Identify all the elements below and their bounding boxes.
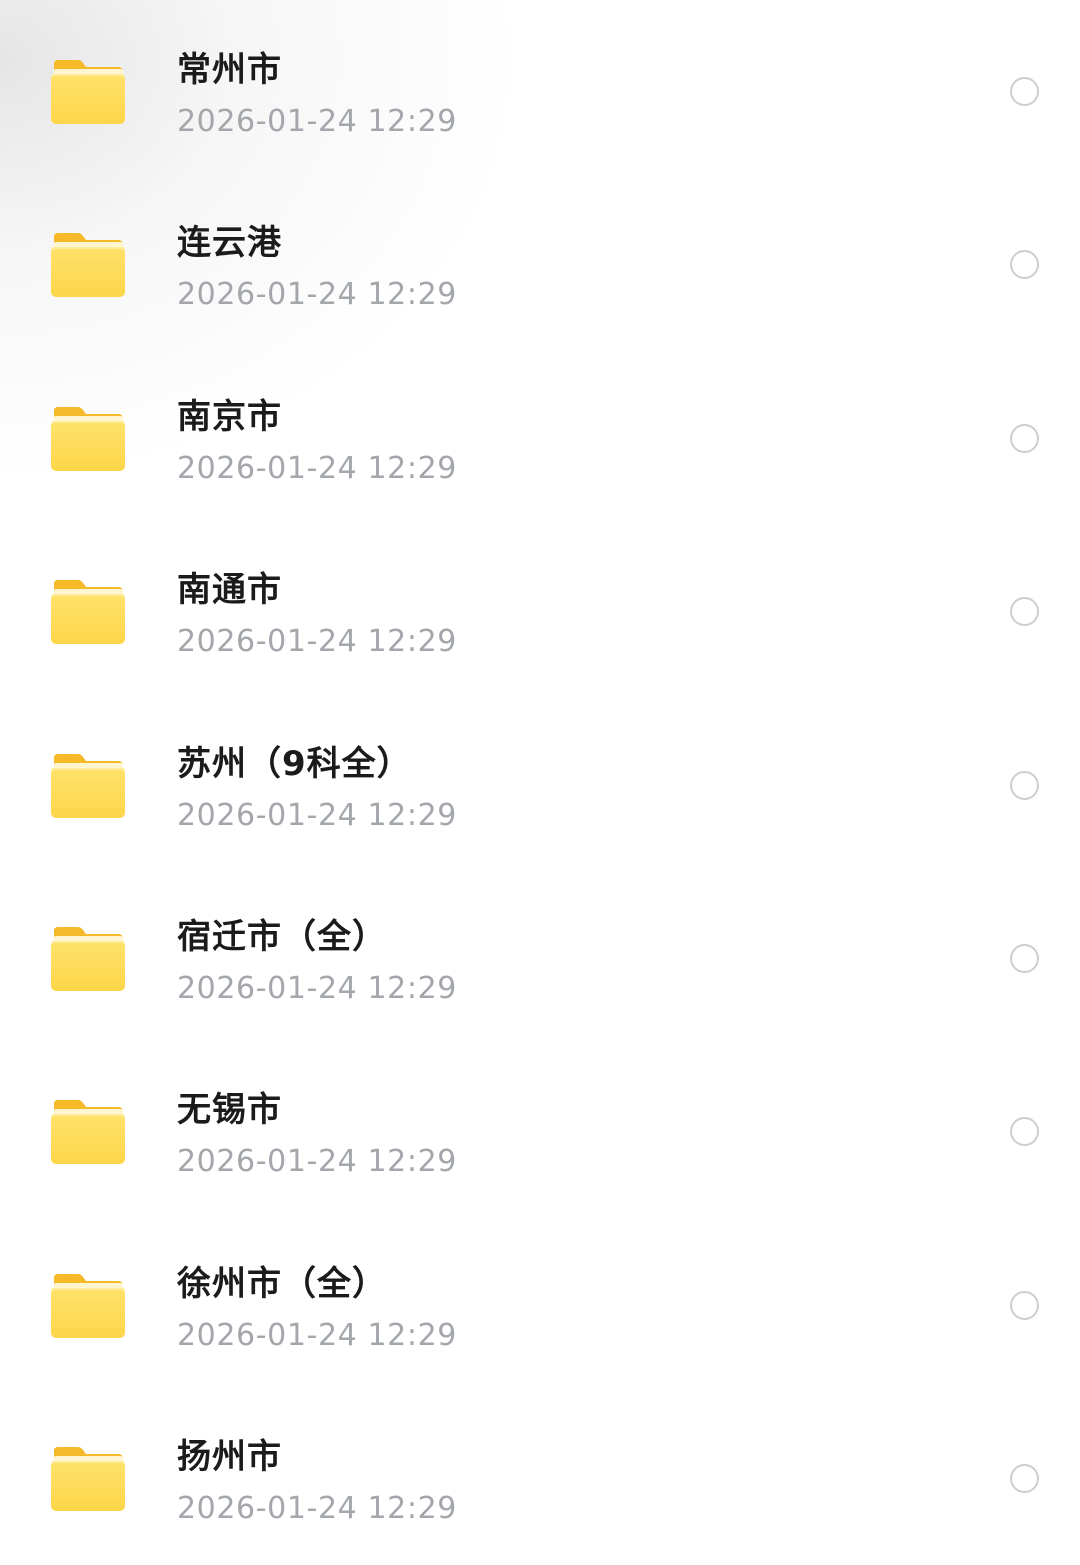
folder-row[interactable]: 宿迁市（全） 2026-01-24 12:29 — [0, 871, 1080, 1044]
folder-modified-date: 2026-01-24 12:29 — [177, 277, 457, 313]
folder-modified-date: 2026-01-24 12:29 — [177, 104, 457, 139]
select-checkbox[interactable] — [1010, 1464, 1039, 1494]
folder-modified-date: 2026-01-24 12:29 — [177, 1491, 457, 1527]
folder-name: 扬州市 — [177, 1437, 282, 1478]
folder-icon — [50, 1098, 126, 1166]
folder-name: 苏州（9科全） — [177, 743, 412, 784]
folder-modified-date: 2026-01-24 12:29 — [177, 624, 457, 660]
folder-icon — [50, 752, 126, 820]
folder-icon — [50, 58, 126, 126]
folder-modified-date: 2026-01-24 12:29 — [177, 450, 457, 486]
folder-name: 常州市 — [177, 50, 282, 90]
folder-modified-date: 2026-01-24 12:29 — [177, 797, 457, 833]
select-checkbox[interactable] — [1010, 943, 1039, 973]
folder-name: 宿迁市（全） — [177, 916, 387, 957]
folder-icon — [50, 405, 126, 473]
folder-icon — [50, 925, 126, 993]
folder-row[interactable]: 苏州（9科全） 2026-01-24 12:29 — [0, 698, 1080, 871]
folder-row[interactable]: 南通市 2026-01-24 12:29 — [0, 524, 1080, 697]
folder-icon — [50, 1272, 126, 1340]
folder-row[interactable]: 扬州市 2026-01-24 12:29 — [0, 1391, 1080, 1564]
folder-modified-date: 2026-01-24 12:29 — [177, 1317, 457, 1353]
select-checkbox[interactable] — [1010, 250, 1039, 280]
folder-name: 南京市 — [177, 396, 282, 437]
folder-icon — [50, 578, 126, 646]
folder-modified-date: 2026-01-24 12:29 — [177, 1144, 457, 1180]
folder-list: 常州市 2026-01-24 12:29 连云港 2026-01-24 12:2… — [0, 4, 1080, 1565]
folder-icon — [50, 1445, 126, 1513]
select-checkbox[interactable] — [1010, 770, 1039, 800]
folder-name: 无锡市 — [177, 1090, 282, 1131]
folder-icon — [50, 231, 126, 299]
folder-row[interactable]: 南京市 2026-01-24 12:29 — [0, 351, 1080, 524]
folder-name: 徐州市（全） — [177, 1263, 387, 1304]
select-checkbox[interactable] — [1010, 77, 1039, 106]
select-checkbox[interactable] — [1010, 423, 1039, 453]
file-browser-page: 常州市 2026-01-24 12:29 连云港 2026-01-24 12:2… — [0, 0, 1080, 1556]
folder-name: 连云港 — [177, 223, 282, 264]
folder-name: 南通市 — [177, 570, 282, 611]
select-checkbox[interactable] — [1010, 1290, 1039, 1320]
folder-row[interactable]: 连云港 2026-01-24 12:29 — [0, 177, 1080, 350]
folder-row[interactable]: 徐州市（全） 2026-01-24 12:29 — [0, 1218, 1080, 1391]
select-checkbox[interactable] — [1010, 597, 1039, 627]
select-checkbox[interactable] — [1010, 1117, 1039, 1147]
folder-row[interactable]: 无锡市 2026-01-24 12:29 — [0, 1044, 1080, 1217]
folder-modified-date: 2026-01-24 12:29 — [177, 970, 457, 1006]
folder-row[interactable]: 常州市 2026-01-24 12:29 — [0, 4, 1080, 177]
